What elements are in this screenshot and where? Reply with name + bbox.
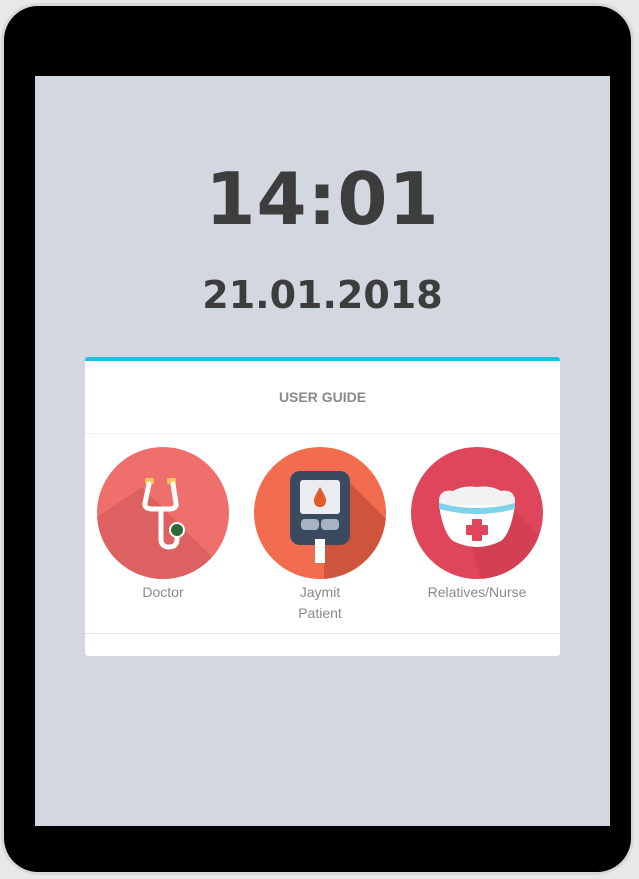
role-doctor-button[interactable]: Doctor: [88, 447, 238, 603]
user-guide-card: USER GUIDE Doctor Jaymit Patient Relativ…: [85, 357, 560, 656]
role-nurse-button[interactable]: Relatives/Nurse: [402, 447, 552, 603]
role-doctor-label: Doctor: [142, 584, 184, 600]
role-patient-label: Patient: [298, 605, 342, 621]
clock-date: 21.01.2018: [202, 273, 443, 317]
tablet-frame: 14:01 21.01.2018 USER GUIDE Doctor Jaymi…: [4, 6, 631, 872]
role-patient-button[interactable]: Jaymit Patient: [245, 447, 395, 624]
role-patient-name: Jaymit: [299, 584, 341, 600]
user-guide-title: USER GUIDE: [85, 361, 560, 434]
home-screen: 14:01 21.01.2018 USER GUIDE Doctor Jaymi…: [35, 76, 610, 826]
clock-time: 14:01: [205, 157, 440, 241]
stethoscope-icon: [97, 447, 229, 579]
nurse-cap-icon: [411, 447, 543, 579]
role-nurse-label: Relatives/Nurse: [427, 584, 527, 600]
glucose-meter-icon: [254, 447, 386, 579]
role-list: Doctor Jaymit Patient Relatives/Nurse: [85, 434, 560, 634]
